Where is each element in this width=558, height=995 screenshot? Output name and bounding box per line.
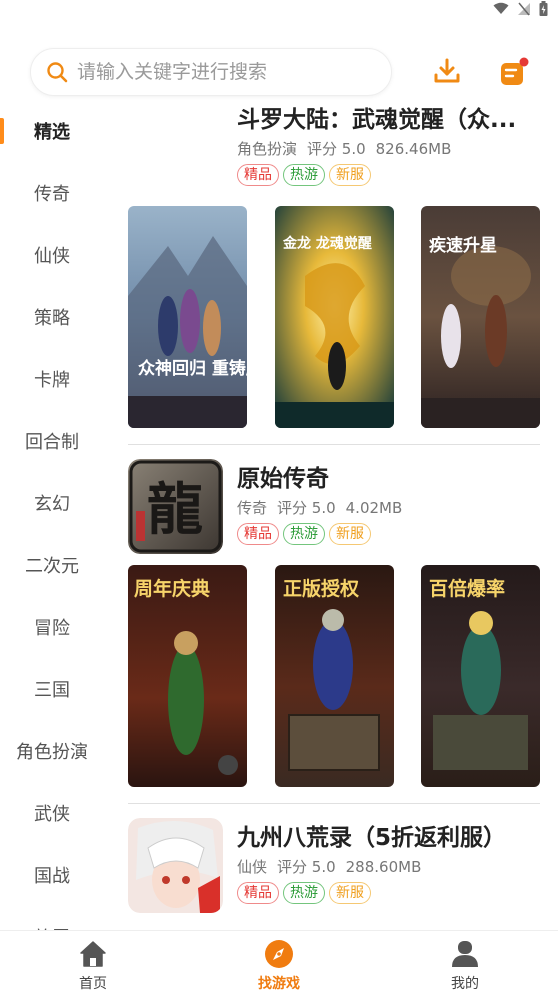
sidebar-item-adventure[interactable]: 冒险 — [0, 596, 104, 658]
screenshot-caption: 正版授权 — [283, 577, 359, 600]
tag-hot: 热游 — [283, 523, 325, 545]
nav-profile-label: 我的 — [451, 976, 479, 992]
sidebar-item-strategy[interactable]: 策略 — [0, 286, 104, 348]
game-card[interactable]: 龍 原始传奇 传奇 评分 5.0 4.02MB 精品 热游 新服 周年庆典 正版… — [128, 445, 540, 804]
sidebar-item-label: 冒险 — [34, 618, 70, 639]
sidebar-item-label: 卡牌 — [34, 370, 70, 391]
sidebar-item-xianxia[interactable]: 仙侠 — [0, 224, 104, 286]
game-rating: 评分 5.0 — [277, 499, 336, 517]
game-meta: 仙侠 评分 5.0 288.60MB — [237, 856, 431, 877]
message-icon[interactable] — [498, 56, 530, 88]
screenshot-strip: 周年庆典 正版授权 百倍爆率 — [128, 565, 540, 787]
battery-icon — [539, 1, 548, 16]
tag-new-server: 新服 — [329, 164, 371, 186]
game-title: 原始传奇 — [237, 466, 329, 492]
sidebar-item-idle[interactable]: 放置 — [0, 906, 104, 930]
sidebar-item-anime[interactable]: 二次元 — [0, 534, 104, 596]
game-list: 斗罗大陆：武魂觉醒（众... 角色扮演 评分 5.0 826.46MB 精品 热游 … — [128, 100, 540, 930]
sidebar-item-national-war[interactable]: 国战 — [0, 844, 104, 906]
search-icon — [47, 62, 68, 83]
wifi-icon — [493, 2, 509, 14]
sidebar-item-label: 武侠 — [34, 804, 70, 825]
game-size: 4.02MB — [345, 499, 403, 517]
nav-discover-label: 找游戏 — [258, 976, 300, 992]
screenshot-caption: 百倍爆率 — [429, 577, 505, 600]
game-title: 斗罗大陆：武魂觉醒（众... — [237, 107, 517, 133]
status-bar — [0, 0, 558, 22]
game-card[interactable]: 九州八荒录（5折返利服） 仙侠 评分 5.0 288.60MB 精品 热游 新服 — [128, 804, 540, 914]
download-icon[interactable] — [432, 56, 462, 86]
tag-new-server: 新服 — [329, 523, 371, 545]
screenshot-caption: 金龙 龙魂觉醒 — [282, 235, 372, 252]
game-screenshot[interactable]: 百倍爆率 — [421, 565, 540, 787]
game-genre: 传奇 — [237, 499, 268, 517]
user-icon — [452, 941, 478, 967]
icon-glyph: 龍 — [147, 477, 203, 543]
game-tags: 精品 热游 新服 — [237, 523, 371, 545]
tag-quality: 精品 — [237, 523, 279, 545]
compass-icon — [265, 940, 293, 968]
sidebar-item-rpg[interactable]: 角色扮演 — [0, 720, 104, 782]
sidebar-item-label: 策略 — [34, 308, 70, 329]
game-icon — [128, 818, 223, 913]
tag-new-server: 新服 — [329, 882, 371, 904]
sidebar-item-label: 角色扮演 — [16, 742, 88, 763]
game-screenshot[interactable]: 众神回归 重铸唐门 — [128, 206, 247, 428]
bottom-nav: 首页 找游戏 我的 — [0, 930, 558, 995]
game-genre: 仙侠 — [237, 858, 268, 876]
sidebar-item-label: 二次元 — [25, 556, 79, 577]
category-sidebar: 精选 传奇 仙侠 策略 卡牌 回合制 玄幻 二次元 冒险 三国 角色扮演 武侠 … — [0, 100, 104, 930]
game-screenshot[interactable]: 金龙 龙魂觉醒 — [274, 206, 394, 428]
search-bar[interactable] — [30, 48, 392, 96]
game-rating: 评分 5.0 — [277, 858, 336, 876]
tag-hot: 热游 — [283, 882, 325, 904]
game-size: 288.60MB — [345, 858, 422, 876]
game-meta: 角色扮演 评分 5.0 826.46MB — [237, 138, 461, 159]
sidebar-item-label: 玄幻 — [34, 494, 70, 515]
screenshot-caption: 众神回归 重铸唐门 — [138, 358, 247, 379]
sidebar-item-label: 传奇 — [34, 184, 70, 205]
game-screenshot[interactable]: 疾速升星 — [421, 206, 540, 428]
game-screenshot[interactable]: 正版授权 — [274, 565, 394, 787]
nav-home-label: 首页 — [79, 976, 107, 992]
game-size: 826.46MB — [375, 140, 452, 158]
game-tags: 精品 热游 新服 — [237, 164, 371, 186]
sidebar-item-fantasy[interactable]: 玄幻 — [0, 472, 104, 534]
sidebar-item-wuxia[interactable]: 武侠 — [0, 782, 104, 844]
sidebar-item-three-kingdoms[interactable]: 三国 — [0, 658, 104, 720]
sidebar-item-label: 回合制 — [25, 432, 79, 453]
screenshot-strip: 众神回归 重铸唐门 金龙 龙魂觉醒 疾速升星 — [128, 206, 540, 428]
search-input[interactable] — [77, 61, 377, 83]
tag-quality: 精品 — [237, 882, 279, 904]
game-meta: 传奇 评分 5.0 4.02MB — [237, 497, 412, 518]
sidebar-item-label: 精选 — [34, 122, 70, 143]
game-title: 九州八荒录（5折返利服） — [237, 825, 507, 851]
screenshot-caption: 疾速升星 — [429, 235, 497, 256]
nav-profile[interactable]: 我的 — [372, 931, 558, 995]
sidebar-item-turn-based[interactable]: 回合制 — [0, 410, 104, 472]
sidebar-item-label: 三国 — [34, 680, 70, 701]
game-tags: 精品 热游 新服 — [237, 882, 371, 904]
game-screenshot[interactable]: 周年庆典 — [128, 565, 247, 787]
screenshot-caption: 周年庆典 — [134, 577, 210, 600]
tag-quality: 精品 — [237, 164, 279, 186]
sidebar-item-card[interactable]: 卡牌 — [0, 348, 104, 410]
home-icon — [80, 941, 106, 967]
nav-home[interactable]: 首页 — [0, 931, 186, 995]
sidebar-item-label: 国战 — [34, 866, 70, 887]
game-card[interactable]: 斗罗大陆：武魂觉醒（众... 角色扮演 评分 5.0 826.46MB 精品 热游 … — [128, 100, 540, 445]
game-genre: 角色扮演 — [237, 140, 298, 158]
game-rating: 评分 5.0 — [307, 140, 366, 158]
nav-discover[interactable]: 找游戏 — [186, 931, 372, 995]
game-icon: 龍 — [128, 459, 223, 554]
sidebar-item-legend[interactable]: 传奇 — [0, 162, 104, 224]
sidebar-item-label: 仙侠 — [34, 246, 70, 267]
tag-hot: 热游 — [283, 164, 325, 186]
signal-icon — [518, 2, 530, 15]
sidebar-item-featured[interactable]: 精选 — [0, 100, 104, 162]
